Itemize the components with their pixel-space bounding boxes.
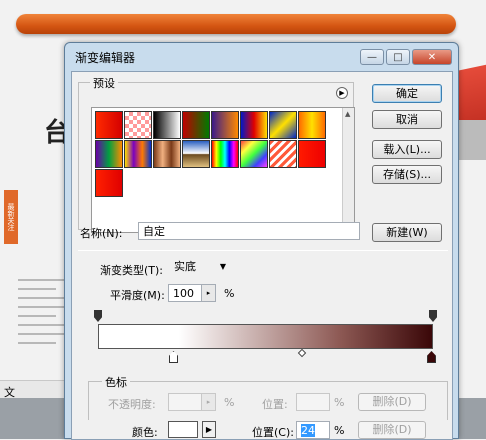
maximize-button[interactable]: □	[386, 49, 410, 65]
gradient-type-label: 渐变类型(T):	[100, 264, 164, 277]
dialog-title: 渐变编辑器	[75, 50, 136, 65]
text-line	[18, 333, 70, 335]
name-input[interactable]: 自定	[138, 222, 360, 240]
smoothness-input[interactable]: 100	[168, 284, 202, 302]
name-label: 名称(N):	[80, 227, 123, 240]
close-button[interactable]: ✕	[412, 49, 452, 65]
gradient-type-value: 实底	[174, 260, 196, 273]
opacity-position-unit: %	[334, 396, 345, 409]
preset-swatch-custom-red-white[interactable]	[95, 169, 123, 197]
preset-swatch-chrome[interactable]	[182, 140, 210, 168]
color-position-input[interactable]: 24	[296, 421, 330, 439]
maximize-icon: □	[393, 51, 403, 63]
color-well[interactable]	[168, 421, 198, 438]
opacity-spin-button[interactable]: ▸	[202, 393, 216, 411]
preset-scrollbar[interactable]: ▲ ▼	[342, 108, 354, 232]
minimize-icon: —	[367, 51, 377, 63]
opacity-stop-left[interactable]	[94, 310, 102, 322]
color-position-value: 24	[301, 424, 315, 437]
preset-swatch-foreground-to-background[interactable]	[95, 111, 123, 139]
gradient-midpoint-diamond[interactable]	[297, 348, 307, 358]
background-promo-card-shadow	[458, 120, 486, 160]
preset-swatch-blue-red-yellow[interactable]	[240, 111, 268, 139]
preset-swatch-black-white[interactable]	[153, 111, 181, 139]
close-icon: ✕	[427, 51, 437, 63]
minimize-button[interactable]: —	[360, 49, 384, 65]
chevron-down-icon: ▼	[219, 262, 226, 271]
document-status: 文档:4.02M/	[0, 380, 70, 415]
ok-button[interactable]: 确定	[372, 84, 442, 103]
load-button[interactable]: 载入(L)...	[372, 140, 442, 159]
color-delete-button[interactable]: 删除(D)	[358, 421, 426, 439]
color-position-label: 位置(C):	[252, 426, 294, 439]
save-button[interactable]: 存储(S)...	[372, 165, 442, 184]
preset-swatch-red-green[interactable]	[182, 111, 210, 139]
preset-swatch-violet-green-orange[interactable]	[95, 140, 123, 168]
scroll-up-icon[interactable]: ▲	[345, 110, 350, 118]
opacity-position-input[interactable]	[296, 393, 330, 411]
window-controls: — □ ✕	[360, 49, 452, 65]
section-separator	[78, 250, 448, 251]
opacity-stop-right[interactable]	[429, 310, 437, 322]
preset-swatch-transparent-rainbow[interactable]	[240, 140, 268, 168]
color-stops-label: 色标	[102, 374, 130, 390]
new-button[interactable]: 新建(W)	[372, 223, 442, 242]
preset-swatch-custom-red[interactable]	[298, 140, 326, 168]
dialog-client: ▶ ▲ ▼ 预设 确定 取消 载入(L)... 存储(S)... 名称(N): …	[71, 71, 453, 440]
background-side-tab: 最新关注	[4, 190, 18, 244]
gradient-editor-dialog: 渐变编辑器 — □ ✕ ▶ ▲ ▼ 预设 确定 取消 载入(L)... 存储(S…	[64, 42, 459, 440]
preset-swatch-blue-yellow-blue[interactable]	[269, 111, 297, 139]
gradient-preview-bar[interactable]	[98, 324, 433, 349]
preset-swatch-transparent-stripes[interactable]	[269, 140, 297, 168]
color-label: 颜色:	[132, 426, 158, 439]
text-line	[18, 324, 70, 326]
text-line	[18, 288, 56, 290]
presets-menu-button[interactable]: ▶	[336, 87, 348, 99]
text-line	[18, 279, 70, 281]
opacity-delete-button[interactable]: 删除(D)	[358, 393, 426, 411]
preset-swatch-violet-orange[interactable]	[211, 111, 239, 139]
preset-swatch-spectrum[interactable]	[211, 140, 239, 168]
text-line	[18, 315, 56, 317]
color-stop-white[interactable]	[169, 351, 178, 363]
color-stop-dark[interactable]	[427, 351, 436, 363]
cancel-button[interactable]: 取消	[372, 110, 442, 129]
opacity-unit: %	[224, 396, 235, 409]
play-icon: ▶	[205, 425, 213, 434]
opacity-input[interactable]	[168, 393, 202, 411]
preset-swatch-copper[interactable]	[153, 140, 181, 168]
preset-swatch-foreground-to-transparent[interactable]	[124, 111, 152, 139]
color-position-unit: %	[334, 424, 345, 437]
preset-swatch-yellow-violet-orange-blue[interactable]	[124, 140, 152, 168]
presets-group: ▶ ▲ ▼	[78, 82, 355, 233]
presets-label: 预设	[90, 75, 118, 91]
text-line	[18, 297, 70, 299]
opacity-position-label: 位置:	[262, 398, 288, 411]
text-line	[18, 306, 70, 308]
play-icon: ▶	[339, 89, 345, 97]
color-menu-button[interactable]: ▶	[202, 421, 216, 438]
smoothness-unit: %	[224, 287, 235, 300]
preset-swatches	[95, 111, 326, 197]
smoothness-spin-button[interactable]: ▸	[202, 284, 216, 302]
gradient-type-select[interactable]: 实底 ▼	[170, 259, 230, 277]
preset-swatch-orange-yellow-orange[interactable]	[298, 111, 326, 139]
opacity-label: 不透明度:	[108, 398, 156, 411]
smoothness-label: 平滑度(M):	[110, 289, 165, 302]
header-banner-bar	[16, 14, 456, 34]
preset-swatch-list: ▲ ▼	[91, 107, 355, 233]
text-line	[18, 342, 56, 344]
